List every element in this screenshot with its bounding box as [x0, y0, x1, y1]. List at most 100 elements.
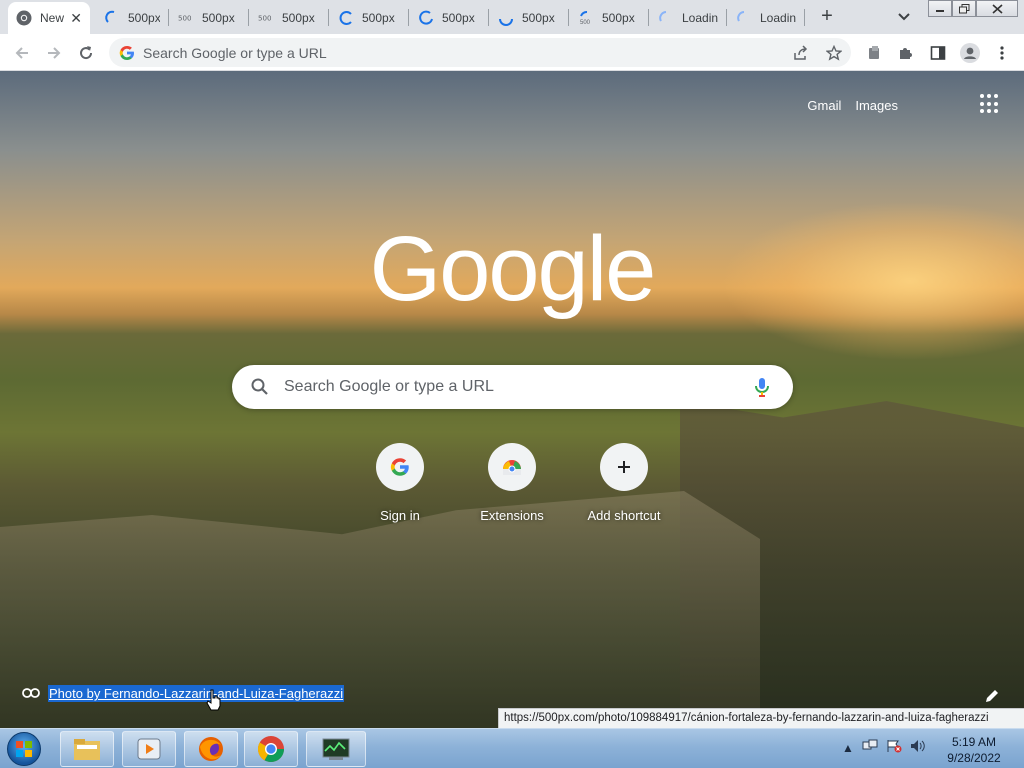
- svg-text:500: 500: [178, 14, 192, 23]
- search-icon: [250, 377, 270, 397]
- new-tab-button[interactable]: +: [814, 5, 840, 29]
- chrome-icon: [16, 10, 32, 26]
- tab-title: 500px: [602, 11, 635, 25]
- clock-time: 5:19 AM: [951, 735, 997, 749]
- tab-separator: [248, 9, 249, 26]
- back-arrow-icon[interactable]: [10, 41, 34, 65]
- taskbar-firefox[interactable]: [184, 731, 238, 767]
- 500px-icon: 500: [258, 10, 274, 26]
- taskbar-media-player[interactable]: [122, 731, 176, 767]
- tab-separator: [328, 9, 329, 26]
- tab-title: New Tab: [40, 11, 64, 25]
- tab-title: 500px: [282, 11, 315, 25]
- google-g-icon: [376, 443, 424, 491]
- new-tab-page: Gmail Images Google Sign in Extensions: [0, 71, 1024, 728]
- tab-loading[interactable]: Loading...: [650, 2, 726, 34]
- puzzle-extensions-icon[interactable]: [894, 41, 918, 65]
- network-icon[interactable]: [862, 739, 878, 756]
- gmail-link[interactable]: Gmail: [807, 98, 841, 113]
- voice-search-mic-icon[interactable]: [751, 376, 773, 398]
- media-player-icon: [137, 738, 161, 760]
- ntp-search-input[interactable]: [284, 378, 744, 396]
- ntp-search-box[interactable]: [232, 365, 793, 409]
- loading-spinner-icon: [658, 10, 674, 26]
- side-panel-icon[interactable]: [926, 41, 950, 65]
- 500px-icon: 500: [178, 10, 194, 26]
- svg-text:500: 500: [258, 14, 272, 23]
- loading-spinner-icon: 500: [578, 10, 594, 26]
- volume-speaker-icon[interactable]: [910, 739, 926, 756]
- tab-500px[interactable]: 500 500px: [170, 2, 248, 34]
- top-links: Gmail Images: [807, 95, 912, 115]
- close-window-button[interactable]: [976, 0, 1018, 17]
- shortcut-label: Extensions: [480, 508, 544, 523]
- tab-title: Loading...: [682, 11, 718, 25]
- tab-search-chevron-icon[interactable]: [894, 8, 914, 26]
- images-link[interactable]: Images: [855, 98, 898, 113]
- shortcuts-row: Sign in Extensions Add shortcut: [344, 443, 680, 523]
- kebab-menu-icon[interactable]: [990, 41, 1014, 65]
- browser-toolbar: Search Google or type a URL: [0, 34, 1024, 71]
- tab-separator: [648, 9, 649, 26]
- shortcut-extensions[interactable]: Extensions: [456, 443, 568, 523]
- address-bar[interactable]: Search Google or type a URL: [109, 38, 851, 67]
- tab-500px[interactable]: 500px: [96, 2, 168, 34]
- link-status-bubble: https://500px.com/photo/109884917/cánion…: [498, 708, 1024, 728]
- extension-icon[interactable]: [862, 41, 886, 65]
- shortcut-label: Add shortcut: [587, 508, 661, 523]
- tab-separator: [568, 9, 569, 26]
- taskbar-chrome[interactable]: [244, 731, 298, 767]
- task-manager-icon: [322, 738, 350, 760]
- taskbar-file-explorer[interactable]: [60, 731, 114, 767]
- link-icon: [22, 686, 40, 701]
- share-icon[interactable]: [789, 41, 813, 65]
- shortcut-sign-in[interactable]: Sign in: [344, 443, 456, 523]
- firefox-icon: [199, 737, 223, 761]
- tab-500px[interactable]: 500px: [330, 2, 408, 34]
- plus-icon: [600, 443, 648, 491]
- photo-attribution[interactable]: Photo by Fernando-Lazzarin-and-Luiza-Fag…: [22, 685, 345, 702]
- address-bar-placeholder: Search Google or type a URL: [143, 44, 327, 61]
- attribution-link[interactable]: Photo by Fernando-Lazzarin-and-Luiza-Fag…: [48, 685, 345, 702]
- tab-title: 500px: [442, 11, 475, 25]
- taskbar-clock[interactable]: 5:19 AM 9/28/2022: [942, 734, 1006, 766]
- tab-title: 500px: [202, 11, 235, 25]
- google-apps-grid-icon[interactable]: [980, 94, 1000, 114]
- tab-title: Loading...: [760, 11, 796, 25]
- shortcut-add[interactable]: Add shortcut: [568, 443, 680, 523]
- tab-title: 500px: [362, 11, 395, 25]
- loading-spinner-icon: [498, 10, 514, 26]
- close-tab-icon[interactable]: ✕: [70, 11, 82, 25]
- svg-text:500: 500: [580, 20, 591, 26]
- tab-separator: [408, 9, 409, 26]
- google-logo: Google: [369, 218, 657, 320]
- folder-icon: [74, 739, 100, 760]
- tab-strip: New Tab ✕ 500px 500 500px 500 500px 500p…: [0, 0, 1024, 34]
- tab-500px[interactable]: 500px: [410, 2, 488, 34]
- tab-500px[interactable]: 500 500px: [250, 2, 328, 34]
- loading-spinner-icon: [736, 10, 752, 26]
- loading-spinner-icon: [418, 10, 434, 26]
- tab-500px[interactable]: 500px: [490, 2, 568, 34]
- show-hidden-icons-chevron-icon[interactable]: ▲: [842, 741, 854, 755]
- tab-new-tab[interactable]: New Tab ✕: [8, 2, 90, 34]
- windows-logo-icon: [7, 732, 41, 766]
- minimize-button[interactable]: [928, 0, 952, 17]
- windows-taskbar: ▲ 5:19 AM 9/28/2022: [0, 728, 1024, 768]
- tab-title: 500px: [522, 11, 555, 25]
- forward-arrow-icon[interactable]: [42, 41, 66, 65]
- bookmark-star-icon[interactable]: [822, 41, 846, 65]
- tab-separator: [804, 9, 805, 26]
- system-tray: ▲: [842, 739, 934, 756]
- tab-500px[interactable]: 500 500px: [570, 2, 648, 34]
- taskbar-task-manager[interactable]: [306, 731, 366, 767]
- profile-avatar-icon[interactable]: [958, 41, 982, 65]
- tab-separator: [168, 9, 169, 26]
- tab-loading[interactable]: Loading...: [728, 2, 804, 34]
- start-button[interactable]: [4, 730, 44, 768]
- customize-pencil-icon[interactable]: [983, 687, 1001, 705]
- action-center-flag-icon[interactable]: [886, 739, 902, 756]
- loading-spinner-icon: [104, 10, 120, 26]
- reload-icon[interactable]: [74, 41, 98, 65]
- restore-button[interactable]: [952, 0, 976, 17]
